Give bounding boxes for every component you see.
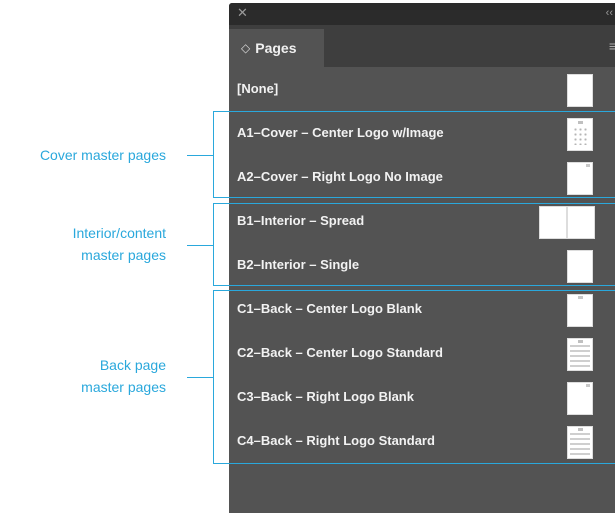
tab-pages-label: Pages <box>255 40 297 56</box>
master-item-none[interactable]: [None] <box>229 67 615 111</box>
tab-pages[interactable]: ◇ Pages <box>229 29 324 67</box>
interior-group-outline <box>213 203 615 286</box>
panel-menu-icon[interactable]: ≡ <box>609 39 615 53</box>
cover-annotation: Cover master pages <box>0 144 166 166</box>
back-annotation-line2: master pages <box>81 379 166 395</box>
panel-tab-bar: ◇ Pages ≡ <box>229 25 615 67</box>
back-connector-line <box>187 377 213 378</box>
back-group-outline <box>213 290 615 464</box>
interior-annotation-line2: master pages <box>81 247 166 263</box>
collapse-icon[interactable]: ‹‹ <box>606 6 613 20</box>
interior-annotation-line1: Interior/content <box>72 225 166 241</box>
panel-title-strip: ✕ ‹‹ <box>229 3 615 25</box>
back-annotation-line1: Back page <box>99 357 166 373</box>
interior-annotation: Interior/content master pages <box>0 222 166 266</box>
tab-expand-icon: ◇ <box>241 41 251 55</box>
back-annotation: Back page master pages <box>0 354 166 398</box>
cover-annotation-text: Cover master pages <box>39 147 166 163</box>
cover-connector-line <box>187 155 213 156</box>
close-icon[interactable]: ✕ <box>237 6 248 20</box>
cover-group-outline <box>213 111 615 198</box>
blank-page-thumbnail-icon <box>567 74 593 107</box>
master-item-label: [None] <box>237 81 279 96</box>
interior-connector-line <box>187 245 213 246</box>
